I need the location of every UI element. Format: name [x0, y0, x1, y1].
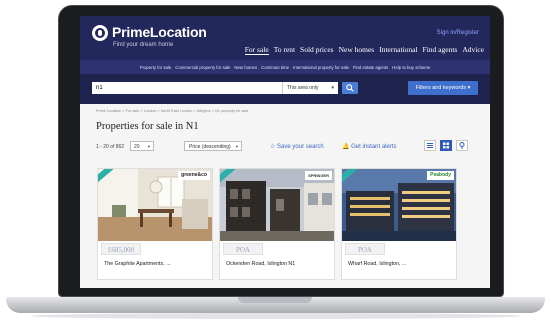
subnav-commute-time[interactable]: Commute time — [261, 65, 289, 70]
grid-view-button[interactable] — [440, 140, 452, 151]
nav-to-rent[interactable]: To rent — [274, 45, 295, 55]
subnav-property-for-sale[interactable]: Property for sale — [140, 65, 172, 70]
save-search-link[interactable]: ☆ Save your search — [270, 143, 324, 150]
results-content: Prime Location > For sale > London > Nor… — [80, 104, 490, 288]
nav-new-homes[interactable]: New homes — [339, 45, 375, 55]
nav-international[interactable]: International — [379, 45, 417, 55]
logo-icon[interactable] — [92, 25, 108, 41]
sub-nav: Property for sale Commercial property fo… — [80, 60, 490, 74]
search-input[interactable] — [92, 82, 282, 94]
signin-link[interactable]: Sign in/Register — [437, 30, 479, 36]
nav-advice[interactable]: Advice — [462, 45, 484, 55]
listing-address[interactable]: Wharf Road, Islington, ... — [348, 261, 406, 267]
subnav-find-estate-agents[interactable]: Find estate agents — [353, 65, 388, 70]
laptop-notch — [238, 297, 312, 303]
tagline: Find your dream home — [113, 42, 174, 48]
filters-label: Filters and keywords — [415, 85, 467, 91]
star-icon: ☆ — [270, 144, 278, 150]
bell-icon: 🔔 — [342, 144, 352, 150]
subnav-commercial[interactable]: Commercial property for sale — [175, 65, 230, 70]
sort-value: Price (descending) — [189, 144, 231, 150]
listing-card[interactable]: SPRINGER POA Ockenden Road, Islington N1 — [219, 168, 335, 280]
chevron-down-icon: ▾ — [467, 85, 471, 91]
filters-button[interactable]: Filters and keywords ▾ — [408, 81, 478, 95]
search-button[interactable] — [342, 82, 358, 94]
listing-price: POA — [223, 243, 263, 255]
list-icon — [427, 143, 433, 148]
results-count: 1 - 20 of 862 — [96, 144, 125, 150]
chevron-down-icon: ▾ — [235, 144, 238, 149]
subnav-help-to-buy[interactable]: Help to buy scheme — [392, 65, 430, 70]
alerts-label: Get instant alerts — [351, 144, 397, 150]
nav-for-sale[interactable]: For sale — [244, 45, 269, 55]
search-bar: This area only ▾ Filters and keywords ▾ — [80, 74, 490, 104]
area-select-label: This area only — [287, 85, 319, 91]
listing-card[interactable]: Peabody POA Wharf Road, Islington, ... — [341, 168, 457, 280]
subnav-international[interactable]: International property for sale — [293, 65, 349, 70]
map-pin-icon — [459, 142, 465, 149]
agent-logo: SPRINGER — [305, 171, 332, 180]
laptop-screen: PrimeLocation Find your dream home Sign … — [80, 16, 490, 288]
list-view-button[interactable] — [424, 140, 436, 151]
listing-price: £685,000 — [101, 243, 141, 255]
listing-address[interactable]: The Graphite Apartments, ... — [104, 261, 171, 267]
sort-select[interactable]: Price (descending) ▾ — [184, 141, 242, 151]
grid-icon — [443, 142, 449, 149]
instant-alerts-link[interactable]: 🔔 Get instant alerts — [342, 143, 397, 150]
site-header: PrimeLocation Find your dream home Sign … — [80, 16, 490, 60]
chevron-down-icon: ▾ — [331, 85, 334, 91]
main-nav: For sale To rent Sold prices New homes I… — [244, 45, 484, 55]
per-page-value: 20 — [134, 144, 140, 150]
nav-sold-prices[interactable]: Sold prices — [300, 45, 334, 55]
agent-logo: Peabody — [427, 171, 454, 180]
chevron-down-icon: ▾ — [147, 144, 150, 149]
per-page-select[interactable]: 20 ▾ — [130, 141, 154, 151]
nav-find-agents[interactable]: Find agents — [423, 45, 458, 55]
page-title: Properties for sale in N1 — [96, 121, 199, 132]
agent-logo: greene&co — [178, 171, 210, 180]
save-search-label: Save your search — [277, 144, 324, 150]
breadcrumb[interactable]: Prime Location > For sale > London > Nor… — [96, 109, 249, 113]
map-view-button[interactable] — [456, 140, 468, 151]
listing-card[interactable]: greene&co £685,000 The Graphite Apartmen… — [97, 168, 213, 280]
area-select[interactable]: This area only ▾ — [282, 82, 338, 94]
listing-price: POA — [345, 243, 385, 255]
search-icon — [346, 84, 354, 92]
laptop-shadow — [30, 313, 521, 319]
subnav-new-homes[interactable]: New homes — [234, 65, 257, 70]
logo[interactable]: PrimeLocation — [112, 24, 207, 40]
listing-address[interactable]: Ockenden Road, Islington N1 — [226, 261, 295, 267]
